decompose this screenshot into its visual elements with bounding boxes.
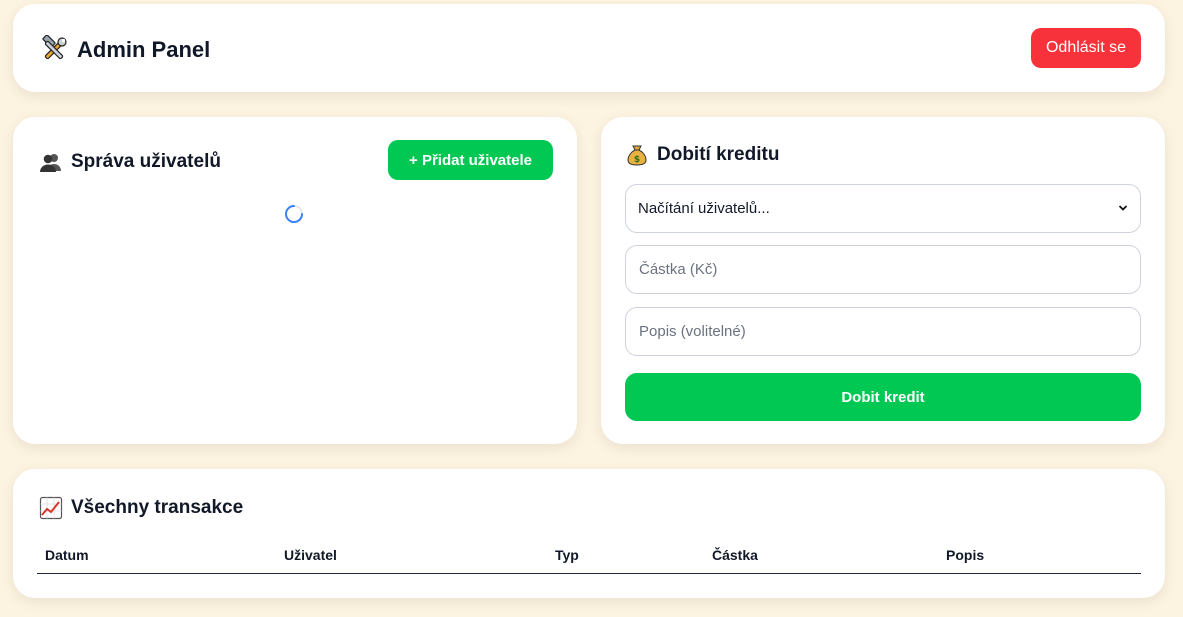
transactions-panel: Všechny transakce Datum Uživatel Typ Čás…: [13, 469, 1165, 598]
app-title-group: Admin Panel: [39, 34, 211, 65]
table-header-row: Datum Uživatel Typ Částka Popis: [37, 543, 1141, 574]
loading-spinner-icon: [284, 204, 304, 224]
column-header-user[interactable]: Uživatel: [276, 543, 547, 574]
credit-topup-panel: $ Dobití kreditu Načítání uživatelů... D…: [601, 117, 1165, 444]
credit-topup-header: $ Dobití kreditu: [625, 143, 779, 167]
column-header-date[interactable]: Datum: [37, 543, 276, 574]
column-header-type[interactable]: Typ: [547, 543, 704, 574]
logout-button[interactable]: Odhlásit se: [1031, 28, 1141, 68]
header-bar: Admin Panel Odhlásit se: [13, 4, 1165, 92]
svg-text:$: $: [634, 155, 640, 165]
column-header-amount[interactable]: Částka: [704, 543, 938, 574]
credit-topup-title: Dobití kreditu: [657, 144, 780, 165]
user-management-header: Správa uživatelů: [39, 150, 221, 174]
chart-up-icon: [39, 496, 63, 520]
user-select[interactable]: Načítání uživatelů...: [625, 184, 1141, 233]
topup-credit-button[interactable]: Dobit kredit: [625, 373, 1141, 421]
users-icon: [39, 150, 63, 174]
add-user-button[interactable]: + Přidat uživatele: [388, 140, 553, 180]
column-header-description[interactable]: Popis: [938, 543, 1141, 574]
description-input[interactable]: [625, 307, 1141, 356]
transactions-title: Všechny transakce: [71, 497, 244, 518]
tools-icon: [39, 34, 69, 65]
transactions-table: Datum Uživatel Typ Částka Popis: [37, 543, 1141, 574]
user-select-value: Načítání uživatelů...: [638, 200, 770, 217]
page-title: Admin Panel: [77, 37, 211, 62]
user-management-title: Správa uživatelů: [71, 151, 221, 172]
user-management-panel: Správa uživatelů + Přidat uživatele: [13, 117, 577, 444]
money-bag-icon: $: [625, 143, 649, 167]
transactions-header: Všechny transakce: [39, 496, 243, 520]
amount-input[interactable]: [625, 245, 1141, 294]
chevron-down-icon: [1118, 200, 1128, 218]
